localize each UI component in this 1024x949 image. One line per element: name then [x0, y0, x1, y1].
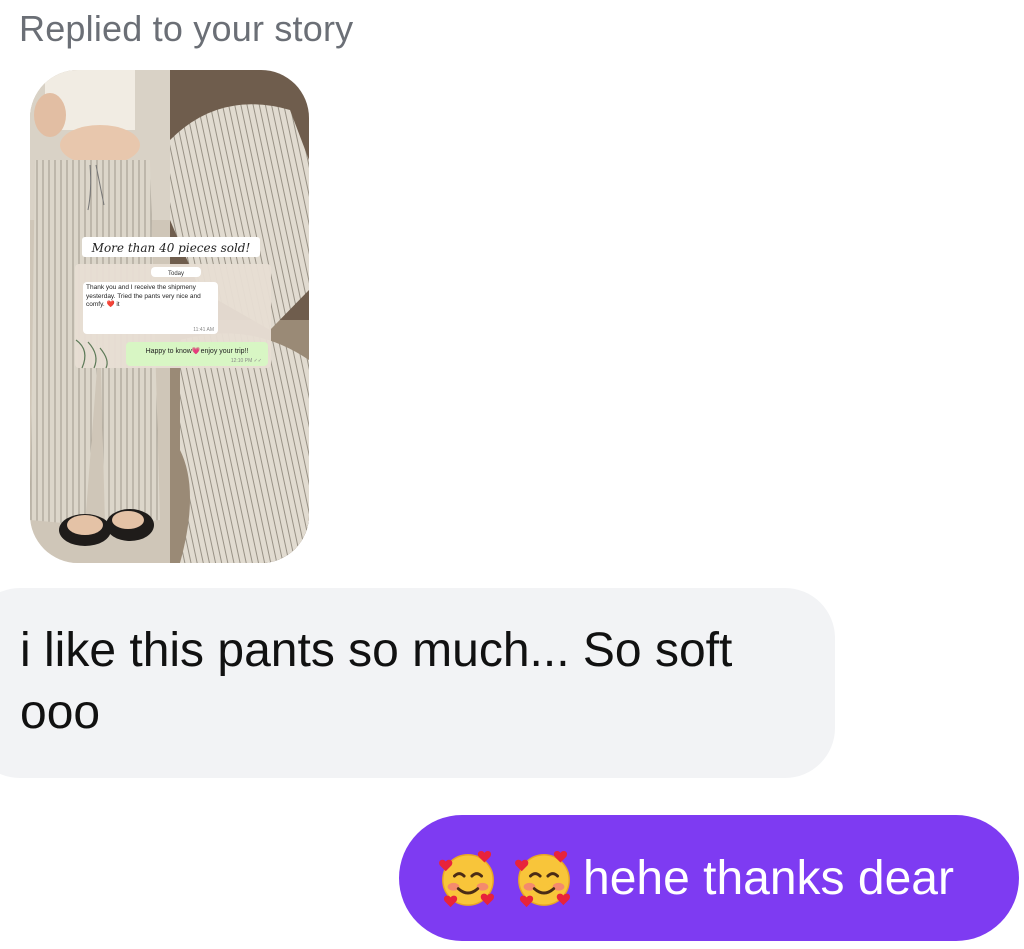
story-thumbnail[interactable]: More than 40 pieces sold! Today Thank yo… — [30, 70, 309, 563]
smiling-face-with-hearts-icon — [515, 851, 570, 908]
chat-thread: Replied to your story More than 40 piece… — [0, 0, 1024, 949]
smiling-face-with-hearts-icon — [439, 851, 494, 908]
thumbnail-chat-outgoing: Happy to know💗enjoy your trip!! — [146, 346, 249, 355]
thumbnail-chat-date: Today — [168, 271, 184, 277]
story-image: More than 40 pieces sold! Today Thank yo… — [30, 70, 309, 563]
thumbnail-chat-incoming-time: 11:41 AM — [193, 327, 214, 333]
replied-to-story-label: Replied to your story — [19, 8, 354, 49]
thumbnail-chat-incoming: Thank you and I receive the shipmeny yes… — [86, 284, 201, 308]
thumbnail-chat-outgoing-time: 12:10 PM ✓✓ — [231, 358, 262, 364]
outgoing-message-bubble[interactable]: hehe thanks dear — [399, 815, 1019, 941]
incoming-message-text-line2: ooo — [20, 686, 101, 739]
incoming-message-text-line1: i like this pants so much... So soft — [20, 624, 733, 677]
outgoing-message-text: hehe thanks dear — [583, 851, 954, 905]
thumbnail-banner-text: More than 40 pieces sold! — [91, 241, 251, 255]
incoming-message-bubble[interactable]: i like this pants so much... So soft ooo — [0, 588, 835, 778]
